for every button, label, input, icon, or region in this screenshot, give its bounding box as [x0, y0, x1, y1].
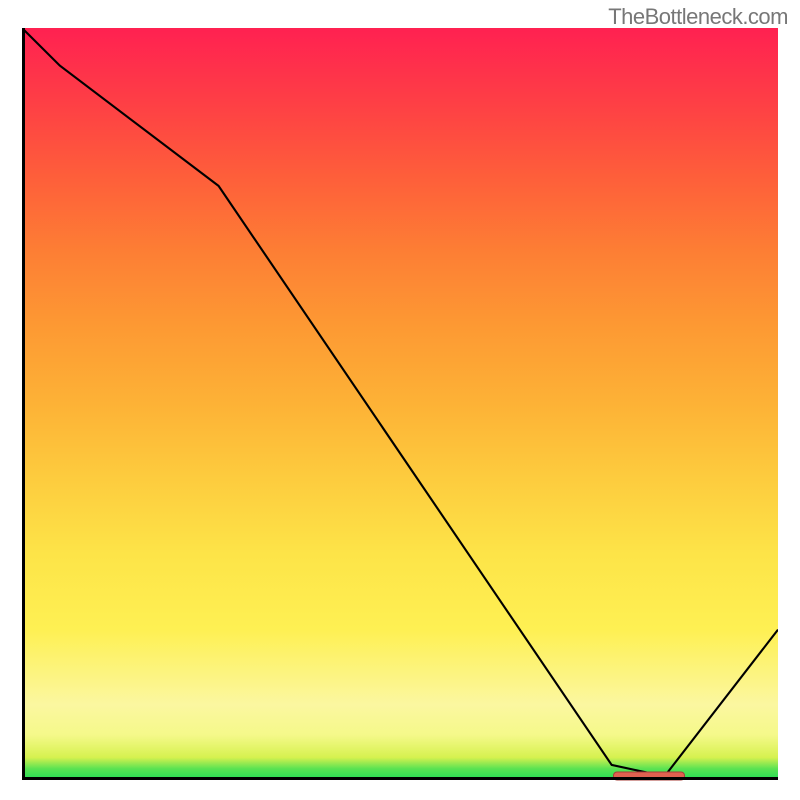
optimum-marker-bar: [613, 772, 685, 781]
plot-area: [22, 28, 778, 780]
watermark-text: TheBottleneck.com: [608, 4, 788, 30]
chart-container: TheBottleneck.com: [0, 0, 800, 800]
curve-path: [22, 28, 778, 776]
curve-svg: [22, 28, 778, 780]
